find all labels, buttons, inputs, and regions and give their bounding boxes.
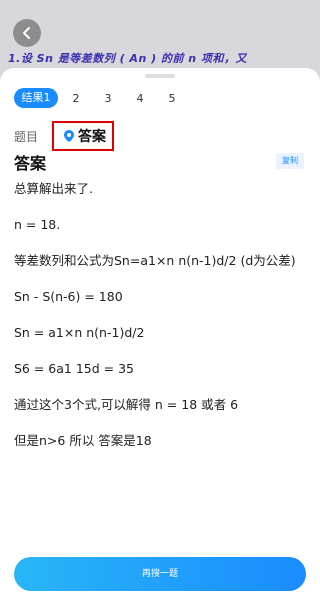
answer-content: 总算解出来了. n = 18. 等差数列和公式为Sn=a1×n n(n-1)d/…	[14, 180, 306, 468]
drag-handle[interactable]	[145, 74, 175, 78]
answer-title: 答案	[14, 154, 47, 173]
answer-sheet: 结果1 2 3 4 5 题目 答案 答案 复制 总算解出来了. n = 18. …	[0, 68, 320, 600]
answer-line: S6 = 6a1 15d = 35	[14, 361, 135, 376]
answer-line: 等差数列和公式为Sn=a1×n n(n-1)d/2 (d为公差)	[14, 253, 296, 268]
photo-question-text: 1.设 Sn 是等差数列 ( An ) 的前 n 项和，又	[8, 52, 247, 65]
question-answer-toggle: 题目 答案	[14, 120, 115, 152]
answer-line: n = 18.	[14, 217, 61, 232]
answer-line: 总算解出来了.	[14, 181, 93, 196]
answer-line: 但是n>6 所以 答案是18	[14, 433, 152, 448]
tab-result-2[interactable]: 2	[60, 92, 92, 105]
tab-result-1[interactable]: 结果1	[14, 88, 58, 108]
search-again-button[interactable]: 再搜一题	[14, 557, 306, 591]
tab-result-5[interactable]: 5	[156, 92, 188, 105]
toggle-answer-label: 答案	[78, 129, 107, 145]
answer-line: 通过这个3个式,可以解得 n = 18 或者 6	[14, 397, 239, 412]
tab-result-3[interactable]: 3	[92, 92, 124, 105]
toggle-answer[interactable]: 答案	[52, 121, 115, 151]
answer-line: Sn = a1×n n(n-1)d/2	[14, 325, 145, 340]
location-pin-icon	[64, 130, 75, 142]
back-button[interactable]	[13, 19, 41, 47]
result-tabs: 结果1 2 3 4 5	[14, 88, 188, 108]
answer-line: Sn - S(n-6) = 180	[14, 289, 123, 304]
copy-button[interactable]: 复制	[276, 153, 304, 169]
toggle-question[interactable]: 题目	[14, 128, 38, 145]
chevron-left-icon	[23, 27, 30, 39]
tab-result-4[interactable]: 4	[124, 92, 156, 105]
